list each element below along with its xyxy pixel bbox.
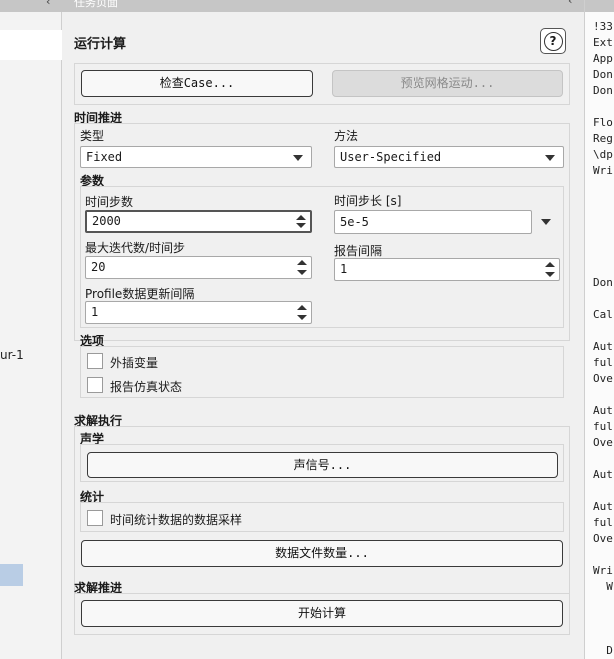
console-line: Aut — [593, 404, 613, 417]
method-select-value: User-Specified — [340, 150, 442, 164]
max-iterations-label: 最大迭代数/时间步 — [85, 241, 186, 255]
spin-down-icon[interactable] — [545, 272, 555, 277]
tree-row-highlight — [0, 30, 62, 60]
console-line: Aut — [593, 340, 613, 353]
chevron-left-icon[interactable]: ‹ — [568, 0, 572, 7]
console-header — [585, 0, 614, 12]
spin-down-icon[interactable] — [297, 270, 307, 275]
console-line: Don — [593, 276, 613, 289]
console-line: W — [593, 580, 613, 593]
console-line: ful — [593, 420, 613, 433]
task-page-header-title: 任务页面 — [74, 0, 118, 9]
spin-up-icon[interactable] — [297, 305, 307, 310]
console-panel[interactable]: !33 Ext App Don Don Flo Reg \dp Wri Don Cal Aut ful O… — [584, 0, 614, 659]
spin-down-icon[interactable] — [296, 223, 306, 228]
profile-update-interval-label: Profile数据更新间隔 — [85, 287, 195, 301]
console-line: !33 — [593, 20, 613, 33]
type-label: 类型 — [80, 129, 105, 143]
check-case-button[interactable]: 检查Case... — [81, 70, 313, 97]
type-select-value: Fixed — [86, 150, 123, 164]
method-select[interactable]: User-Specified — [334, 146, 564, 168]
spin-down-icon[interactable] — [297, 315, 307, 320]
tree-item-label[interactable]: ur-1 — [0, 348, 24, 362]
console-line: Reg — [593, 132, 613, 145]
calculate-button[interactable]: 开始计算 — [81, 600, 563, 627]
time-step-size-value: 5e-5 — [340, 215, 369, 229]
acoustic-signal-button[interactable]: 声信号... — [87, 452, 558, 478]
console-line: D — [593, 644, 613, 657]
question-icon: ? — [543, 32, 563, 51]
max-iterations-input[interactable]: 20 — [85, 256, 312, 279]
report-interval-value: 1 — [340, 262, 348, 276]
extrapolate-label: 外插变量 — [110, 356, 159, 370]
console-line: App — [593, 52, 613, 65]
report-status-label: 报告仿真状态 — [110, 380, 183, 394]
console-line: Ove — [593, 436, 613, 449]
console-line: \dp — [593, 148, 613, 161]
task-page-panel: 任务页面 ‹ 运行计算 ? 检查Case... 预览网格运动... 时间推进 类… — [62, 0, 584, 659]
page-title: 运行计算 — [74, 37, 127, 52]
tree-item-selected[interactable] — [0, 564, 23, 586]
console-line: Aut — [593, 500, 613, 513]
console-line: Flo — [593, 116, 613, 129]
console-line: Wri — [593, 164, 613, 177]
preview-mesh-motion-button[interactable]: 预览网格运动... — [332, 70, 563, 97]
task-page-header — [62, 0, 584, 12]
console-line: Ext — [593, 36, 613, 49]
profile-update-interval-value: 1 — [91, 305, 99, 319]
console-line: ful — [593, 356, 613, 369]
time-steps-label: 时间步数 — [85, 195, 134, 209]
type-select[interactable]: Fixed — [80, 146, 312, 168]
console-line: Ove — [593, 532, 613, 545]
report-status-checkbox[interactable] — [87, 377, 103, 393]
report-interval-label: 报告间隔 — [334, 244, 383, 258]
time-step-size-label: 时间步长 [s] — [334, 194, 402, 208]
console-line: Wri — [593, 564, 613, 577]
help-button[interactable]: ? — [540, 28, 566, 54]
console-line: Aut — [593, 468, 613, 481]
method-label: 方法 — [334, 129, 359, 143]
report-interval-input[interactable]: 1 — [334, 258, 560, 281]
max-iterations-value: 20 — [91, 260, 106, 274]
time-step-size-input[interactable]: 5e-5 — [334, 210, 532, 234]
profile-update-interval-input[interactable]: 1 — [85, 301, 312, 324]
outline-panel-header — [0, 0, 62, 12]
console-line: Don — [593, 68, 613, 81]
chevron-left-icon[interactable]: ‹ — [46, 0, 50, 8]
spin-up-icon[interactable] — [296, 215, 306, 220]
spin-up-icon[interactable] — [297, 260, 307, 265]
spin-up-icon[interactable] — [545, 262, 555, 267]
chevron-down-icon — [293, 155, 303, 161]
console-line: Cal — [593, 308, 613, 321]
console-line: Ove — [593, 372, 613, 385]
data-file-quantity-button[interactable]: 数据文件数量... — [81, 540, 563, 567]
data-sampling-checkbox[interactable] — [87, 510, 103, 526]
time-steps-value: 2000 — [92, 214, 121, 228]
extrapolate-checkbox[interactable] — [87, 353, 103, 369]
console-line: ful — [593, 516, 613, 529]
time-steps-input[interactable]: 2000 — [85, 210, 312, 233]
chevron-down-icon — [545, 155, 555, 161]
chevron-down-icon[interactable] — [541, 219, 551, 225]
console-line: Don — [593, 84, 613, 97]
data-sampling-label: 时间统计数据的数据采样 — [110, 513, 243, 527]
outline-tree-panel: ‹ ur-1 — [0, 0, 62, 659]
